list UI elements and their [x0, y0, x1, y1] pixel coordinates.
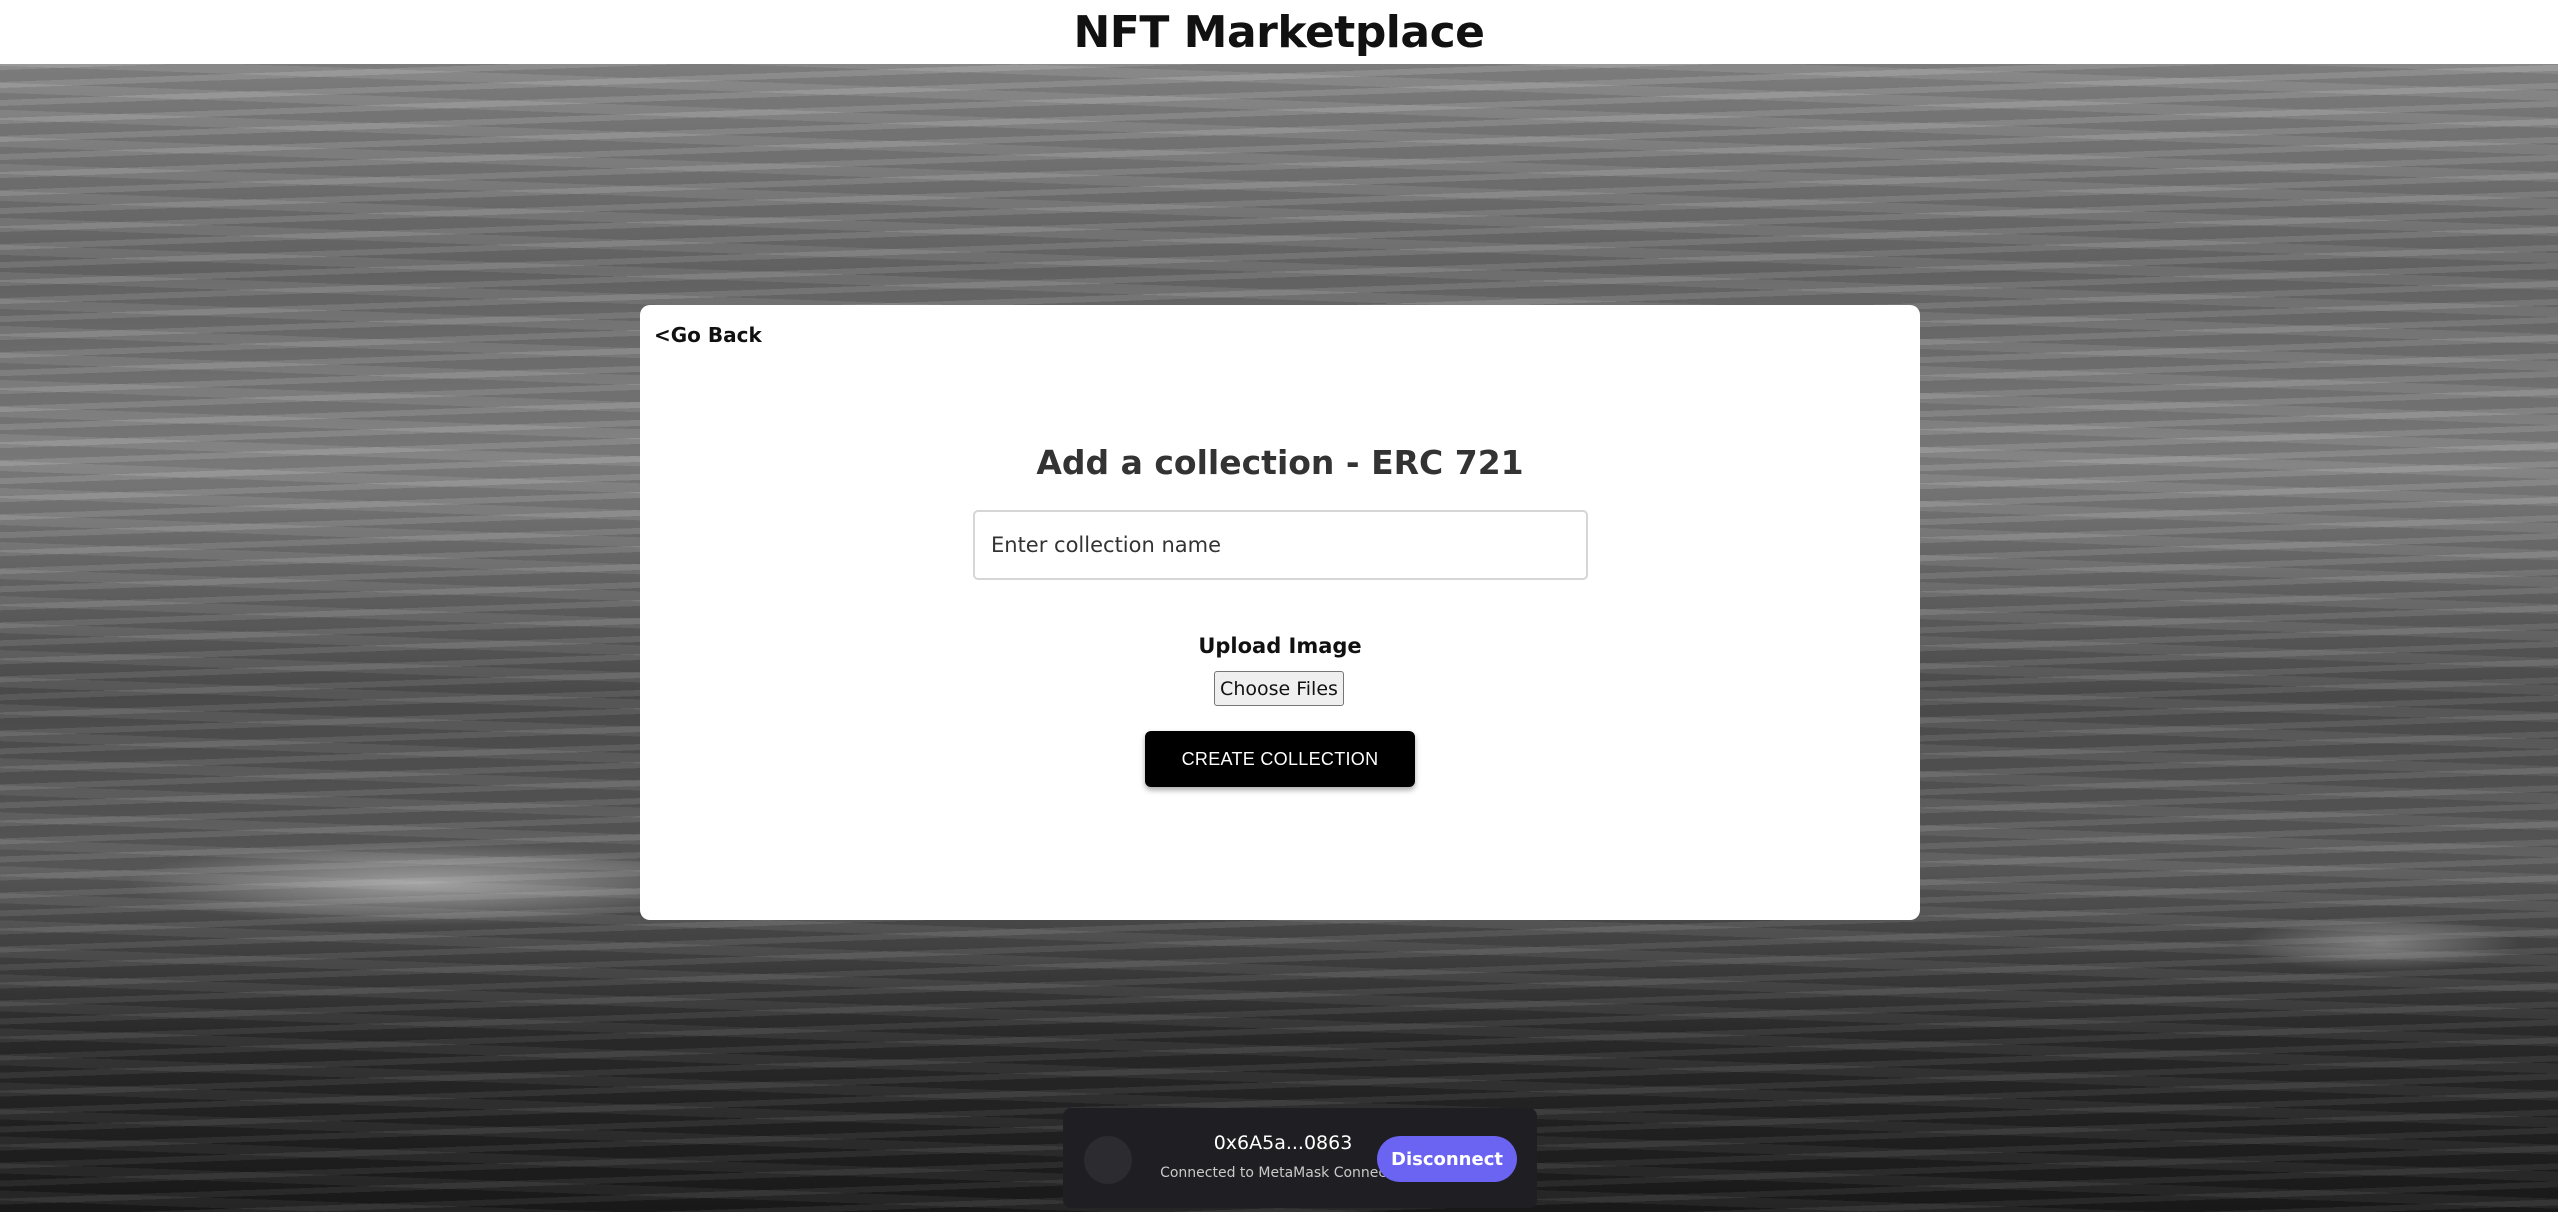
avatar	[1084, 1136, 1132, 1184]
disconnect-button[interactable]: Disconnect	[1377, 1136, 1517, 1182]
choose-files-button[interactable]: Choose Files	[1214, 671, 1344, 706]
add-collection-card: <Go Back Add a collection - ERC 721 Uplo…	[640, 305, 1920, 920]
collection-form-title: Add a collection - ERC 721	[1036, 443, 1524, 482]
upload-image-label: Upload Image	[1198, 634, 1362, 658]
wallet-connection-bar: 0x6A5a...0863 Connected to MetaMask Conn…	[1063, 1108, 1537, 1208]
page-title: NFT Marketplace	[1073, 6, 1485, 58]
go-back-link[interactable]: <Go Back	[654, 323, 762, 347]
collection-name-input[interactable]	[973, 510, 1588, 580]
create-collection-button[interactable]: CREATE COLLECTION	[1145, 731, 1415, 787]
app-header: NFT Marketplace	[0, 0, 2558, 64]
